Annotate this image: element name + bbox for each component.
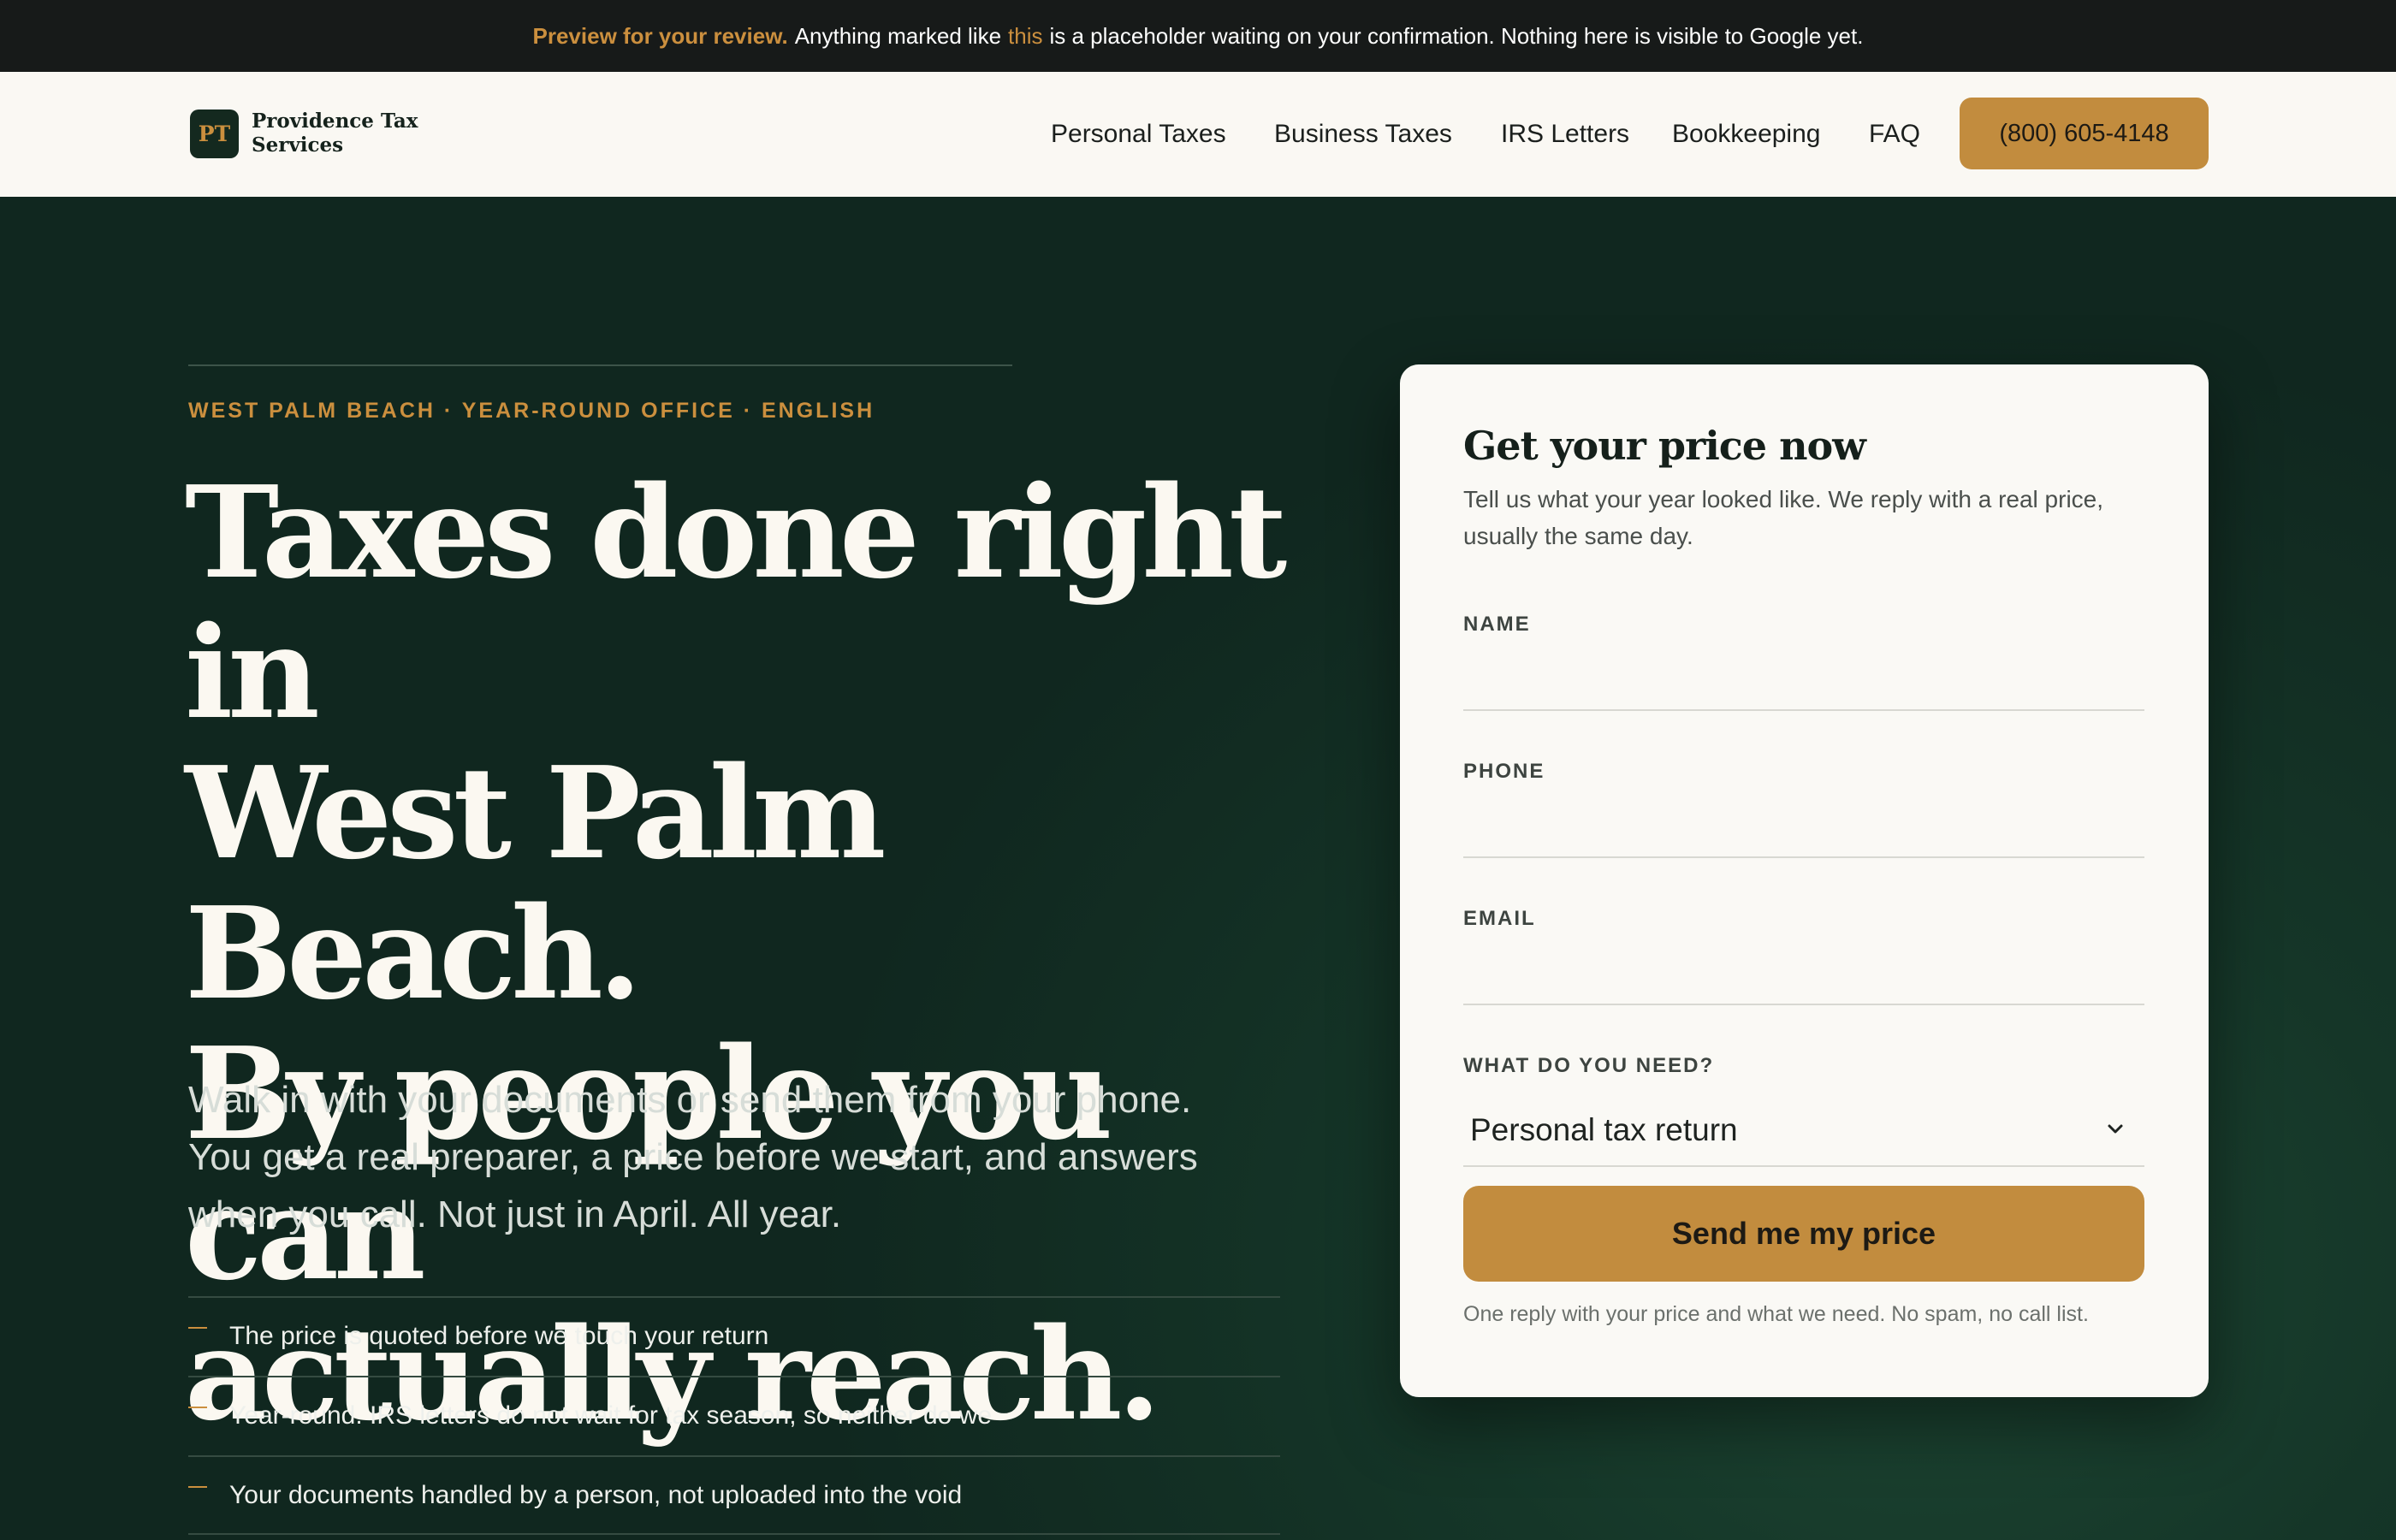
banner-marker: this <box>1008 22 1043 49</box>
dash-icon <box>188 1407 207 1408</box>
send-price-button[interactable]: Send me my price <box>1463 1186 2144 1282</box>
banner-text-after: is a placeholder waiting on your confirm… <box>1049 22 1864 49</box>
bullet-text: Your documents handled by a person, not … <box>229 1481 963 1509</box>
email-label: EMAIL <box>1463 907 1536 930</box>
bullet-item: The price is quoted before we touch your… <box>188 1296 1280 1376</box>
phone-field[interactable] <box>1463 790 2144 858</box>
name-field[interactable] <box>1463 643 2144 711</box>
nav-personal-taxes[interactable]: Personal Taxes <box>1051 117 1226 151</box>
form-description: Tell us what your year looked like. We r… <box>1463 486 2104 549</box>
chevron-down-icon <box>2108 1124 2123 1134</box>
bullet-text: The price is quoted before we touch your… <box>229 1322 769 1350</box>
name-label: NAME <box>1463 613 1531 636</box>
logo-mark[interactable]: PT <box>190 110 239 158</box>
quote-form-card: Get your price now Tell us what your yea… <box>1400 364 2209 1397</box>
site-header: PT Providence Tax Services Personal Taxe… <box>0 72 2396 197</box>
nav-business-taxes[interactable]: Business Taxes <box>1274 117 1452 151</box>
need-label: WHAT DO YOU NEED? <box>1463 1054 1715 1077</box>
need-select[interactable]: Personal tax return <box>1463 1092 2144 1167</box>
bullet-item: Year-round. IRS letters do not wait for … <box>188 1376 1280 1455</box>
headline-line-2: West Palm Beach. <box>185 738 887 1028</box>
hero-subtext: Walk in with your documents or send them… <box>188 1079 1198 1235</box>
banner-lead: Preview for your review. <box>532 22 788 49</box>
hero-eyebrow: WEST PALM BEACH · YEAR-ROUND OFFICE · EN… <box>188 399 875 423</box>
logo-text[interactable]: Providence Tax Services <box>252 110 440 157</box>
email-field[interactable] <box>1463 937 2144 1005</box>
headline-line-1: Taxes done right in <box>185 458 1287 747</box>
form-fine-print: One reply with your price and what we ne… <box>1463 1302 2089 1326</box>
form-title: Get your price now <box>1463 423 1866 469</box>
divider <box>188 364 1012 366</box>
banner-text-before: Anything marked like <box>794 22 1002 49</box>
nav-bookkeeping[interactable]: Bookkeeping <box>1672 117 1820 151</box>
hero-section: WEST PALM BEACH · YEAR-ROUND OFFICE · EN… <box>0 197 2396 1540</box>
need-select-value: Personal tax return <box>1470 1112 1738 1147</box>
nav-faq[interactable]: FAQ <box>1869 117 1920 151</box>
bullet-item: Your documents handled by a person, not … <box>188 1455 1280 1535</box>
phone-button[interactable]: (800) 605-4148 <box>1960 98 2209 169</box>
logo-line-2: Services <box>252 133 344 157</box>
dash-icon <box>188 1327 207 1329</box>
bullet-text: Year-round. IRS letters do not wait for … <box>229 1401 993 1430</box>
nav-irs-letters[interactable]: IRS Letters <box>1501 117 1629 151</box>
preview-banner: Preview for your review. Anything marked… <box>0 0 2396 72</box>
logo-line-1: Providence Tax <box>252 110 418 133</box>
hero-bullets: The price is quoted before we touch your… <box>188 1296 1280 1535</box>
dash-icon <box>188 1486 207 1488</box>
phone-label: PHONE <box>1463 760 1545 783</box>
